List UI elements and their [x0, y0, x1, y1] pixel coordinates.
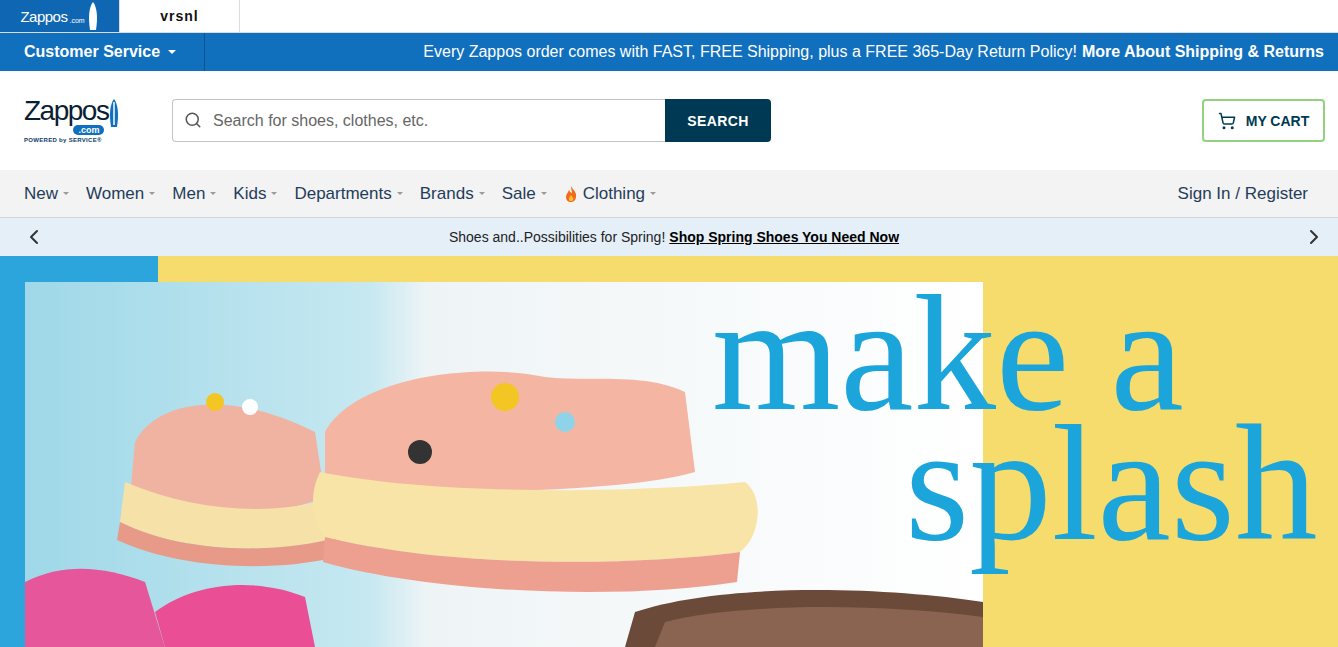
sign-in-link[interactable]: Sign In / Register	[1178, 184, 1308, 204]
headline-line: make a	[712, 289, 1318, 419]
nav-label: Men	[172, 184, 205, 204]
nav-label: Sale	[502, 184, 536, 204]
shipping-text: Every Zappos order comes with FAST, FREE…	[423, 43, 1077, 61]
nav-item[interactable]: Women	[86, 184, 155, 204]
top-strip-fill	[240, 0, 1338, 33]
brand-tab-label: vrsnl	[160, 8, 198, 24]
search-button[interactable]: SEARCH	[665, 99, 771, 142]
caret-down-icon	[397, 192, 403, 195]
promo-strip: Shoes and..Possibilities for Spring!Shop…	[0, 218, 1338, 256]
nav-item[interactable]: New	[24, 184, 69, 204]
logo-name: Zappos	[24, 98, 108, 124]
surfboard-icon	[87, 1, 99, 31]
nav-label: Brands	[420, 184, 474, 204]
nav-item[interactable]: Men	[172, 184, 216, 204]
nav-item[interactable]: Clothing	[564, 184, 656, 204]
nav-item[interactable]: Departments	[294, 184, 402, 204]
caret-down-icon	[271, 192, 277, 195]
caret-down-icon	[210, 192, 216, 195]
logo-row: Zappos.com	[24, 98, 172, 135]
caret-down-icon	[650, 192, 656, 195]
cart-button[interactable]: MY CART	[1202, 99, 1325, 142]
nav-item[interactable]: Sale	[502, 184, 547, 204]
caret-down-icon	[63, 192, 69, 195]
promo-link[interactable]: Shop Spring Shoes You Need Now	[669, 229, 899, 245]
logo-domain: .com	[73, 125, 104, 135]
nav-label: Women	[86, 184, 144, 204]
shipping-message: Every Zappos order comes with FAST, FREE…	[205, 33, 1338, 71]
brand-tab[interactable]: Zappos.com	[0, 0, 120, 33]
caret-down-icon	[541, 192, 547, 195]
zappos-logo[interactable]: Zappos.com POWERED by SERVICE®	[24, 98, 172, 143]
flame-icon	[564, 185, 578, 203]
main-nav: New Women Men Kids Departments Brands Sale Clot…	[0, 170, 1338, 218]
caret-down-icon	[168, 50, 176, 54]
customer-service-menu[interactable]: Customer Service	[0, 33, 205, 71]
search-field	[172, 99, 665, 142]
top-bar: Customer Service Every Zappos order comes…	[0, 33, 1338, 71]
hero-banner[interactable]: make asplash	[0, 256, 1338, 647]
surfboard-icon	[108, 98, 120, 128]
nav-label: Departments	[294, 184, 391, 204]
chevron-left-icon[interactable]	[22, 225, 46, 249]
header: Zappos.com POWERED by SERVICE® SEARCH MY CA…	[0, 71, 1338, 170]
nav-label: New	[24, 184, 58, 204]
cart-icon	[1218, 112, 1236, 130]
search-form: SEARCH	[172, 99, 771, 142]
promo-text: Shoes and..Possibilities for Spring!Shop…	[449, 229, 899, 245]
logo-tagline: POWERED by SERVICE®	[24, 137, 172, 143]
logo-word: Zappos.com	[24, 98, 108, 135]
hero-headline: make asplash	[712, 289, 1318, 549]
nav-label: Clothing	[583, 184, 645, 204]
brand-tab[interactable]: vrsnl	[120, 0, 240, 33]
shipping-link[interactable]: More About Shipping & Returns	[1082, 43, 1324, 61]
nav-label: Kids	[233, 184, 266, 204]
zappos-page: Zappos.comvrsnlCustomer ServiceEvery Zap…	[0, 0, 1338, 647]
caret-down-icon	[149, 192, 155, 195]
caret-down-icon	[479, 192, 485, 195]
search-icon	[184, 111, 202, 129]
nav-item[interactable]: Brands	[420, 184, 485, 204]
chevron-right-icon[interactable]	[1302, 225, 1326, 249]
brand-tab-label: Zappos	[20, 8, 67, 25]
brand-tabs: Zappos.com vrsnl	[0, 0, 1338, 33]
nav-item[interactable]: Kids	[233, 184, 277, 204]
brand-tab-domain: .com	[69, 17, 84, 24]
search-input[interactable]	[172, 99, 665, 142]
headline-line: splash	[905, 419, 1318, 549]
